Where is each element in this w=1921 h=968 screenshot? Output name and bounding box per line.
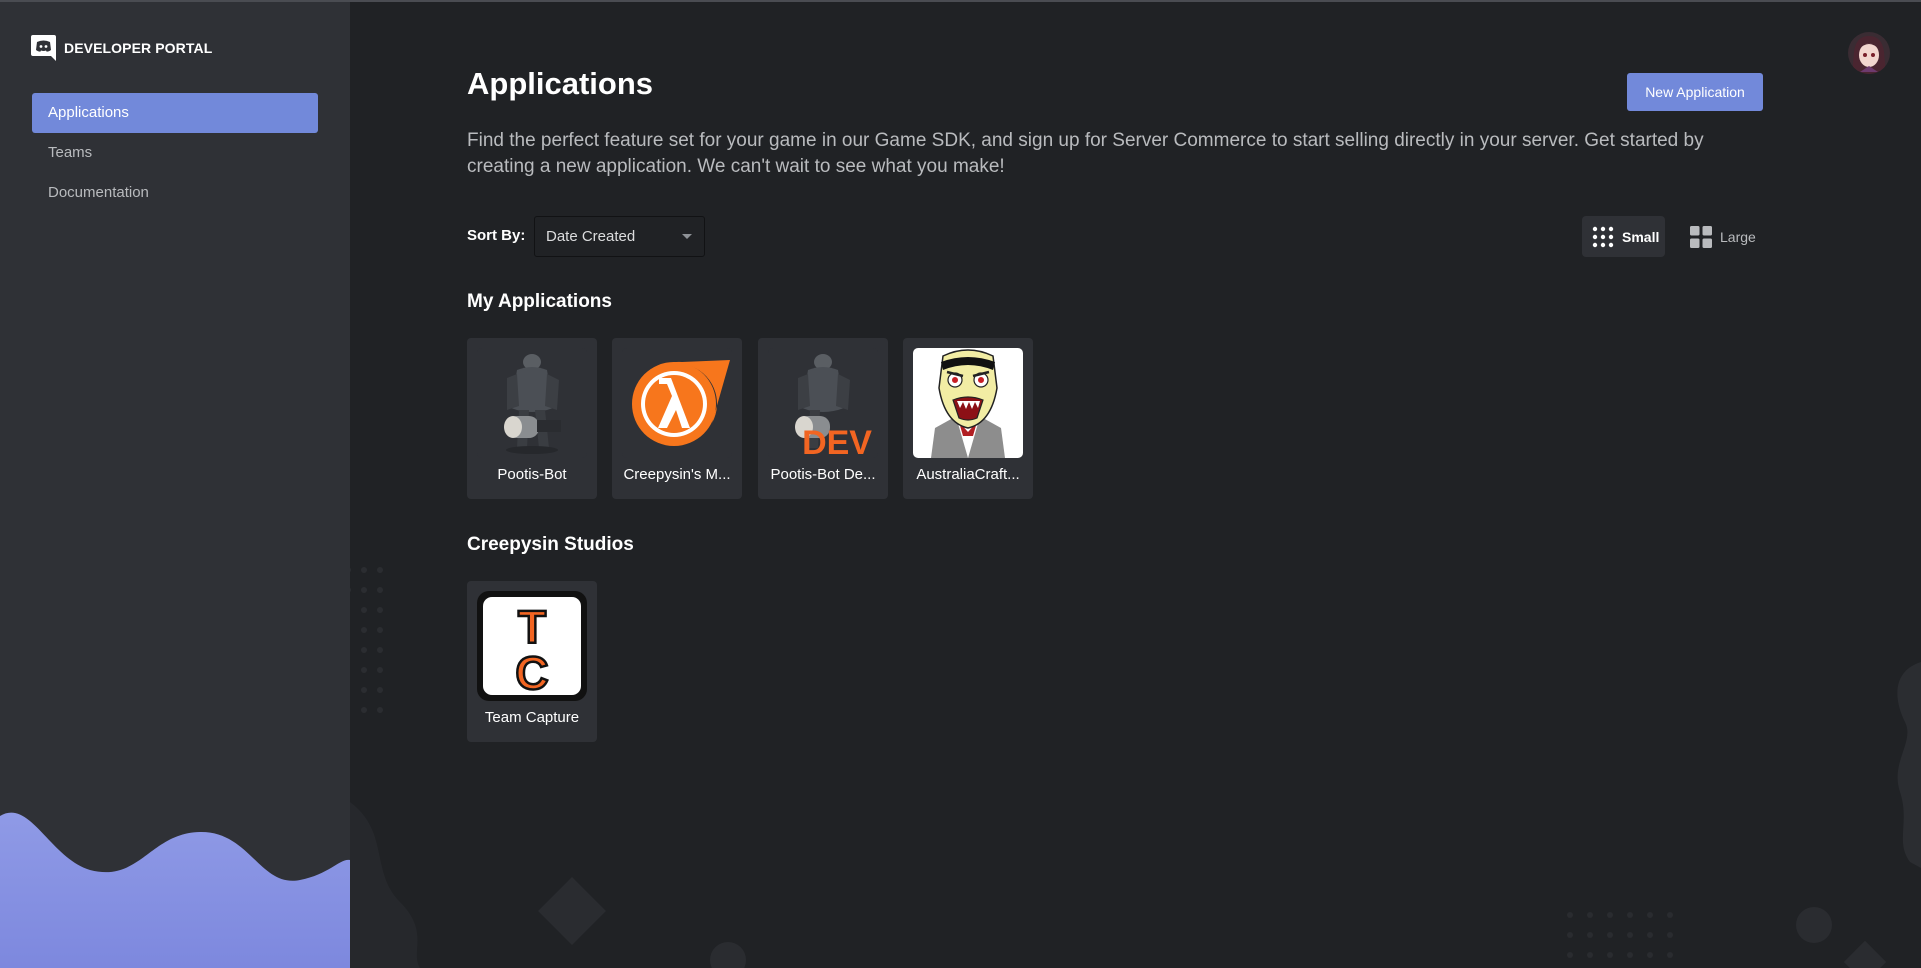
new-application-button[interactable]: New Application xyxy=(1627,73,1763,111)
brand-name: DEVELOPER PORTAL xyxy=(64,40,213,56)
heavy-soldier-avatar xyxy=(477,348,587,458)
view-small-toggle[interactable]: Small xyxy=(1582,216,1665,257)
large-grid-icon xyxy=(1690,225,1712,248)
tc-letter-t: T xyxy=(518,601,546,653)
sidebar-item-teams[interactable]: Teams xyxy=(32,133,318,173)
half-life-lambda-icon xyxy=(622,348,732,458)
app-card-team-capture[interactable]: T C Team Capture xyxy=(467,581,597,742)
cartoon-vampire-avatar xyxy=(913,348,1023,458)
sort-select-value: Date Created xyxy=(546,228,636,245)
tc-letter-c: C xyxy=(515,647,548,699)
section-title-creepysin-studios: Creepysin Studios xyxy=(467,534,634,555)
brand[interactable]: DEVELOPER PORTAL xyxy=(31,35,212,61)
discord-logo-icon xyxy=(31,35,56,61)
user-avatar[interactable] xyxy=(1848,32,1890,74)
app-card-pootis-bot[interactable]: Pootis-Bot xyxy=(467,338,597,499)
app-name: AustraliaCraft... xyxy=(916,466,1020,483)
sidebar-nav: Applications Teams Documentation xyxy=(32,93,318,213)
small-grid-icon xyxy=(1592,226,1614,247)
heavy-soldier-dev-avatar: DEV xyxy=(768,348,878,458)
app-name: Creepysin's M... xyxy=(623,466,731,483)
app-card-australiacraft[interactable]: AustraliaCraft... xyxy=(903,338,1033,499)
app-card-pootis-bot-dev[interactable]: DEV Pootis-Bot De... xyxy=(758,338,888,499)
app-name: Pootis-Bot xyxy=(497,466,567,483)
app-card-creepysins-m[interactable]: Creepysin's M... xyxy=(612,338,742,499)
sidebar-item-documentation[interactable]: Documentation xyxy=(32,173,318,213)
section-title-my-applications: My Applications xyxy=(467,291,612,312)
page-title: Applications xyxy=(467,66,654,101)
app-name: Pootis-Bot De... xyxy=(770,466,876,483)
sidebar-wave-decoration xyxy=(0,812,350,968)
sort-select[interactable]: Date Created xyxy=(534,216,705,257)
sort-label: Sort By: xyxy=(467,227,526,244)
dev-overlay-text: DEV xyxy=(802,424,872,458)
sidebar-item-applications[interactable]: Applications xyxy=(32,93,318,133)
tc-logo-icon: T C xyxy=(477,591,587,701)
chevron-down-icon xyxy=(682,234,692,239)
app-name: Team Capture xyxy=(484,709,580,726)
view-large-toggle[interactable]: Large xyxy=(1680,216,1764,257)
view-small-label: Small xyxy=(1622,228,1660,245)
intro-text: Find the perfect feature set for your ga… xyxy=(467,130,1704,177)
view-large-label: Large xyxy=(1720,228,1756,245)
sidebar: DEVELOPER PORTAL Applications Teams Docu… xyxy=(0,2,350,968)
